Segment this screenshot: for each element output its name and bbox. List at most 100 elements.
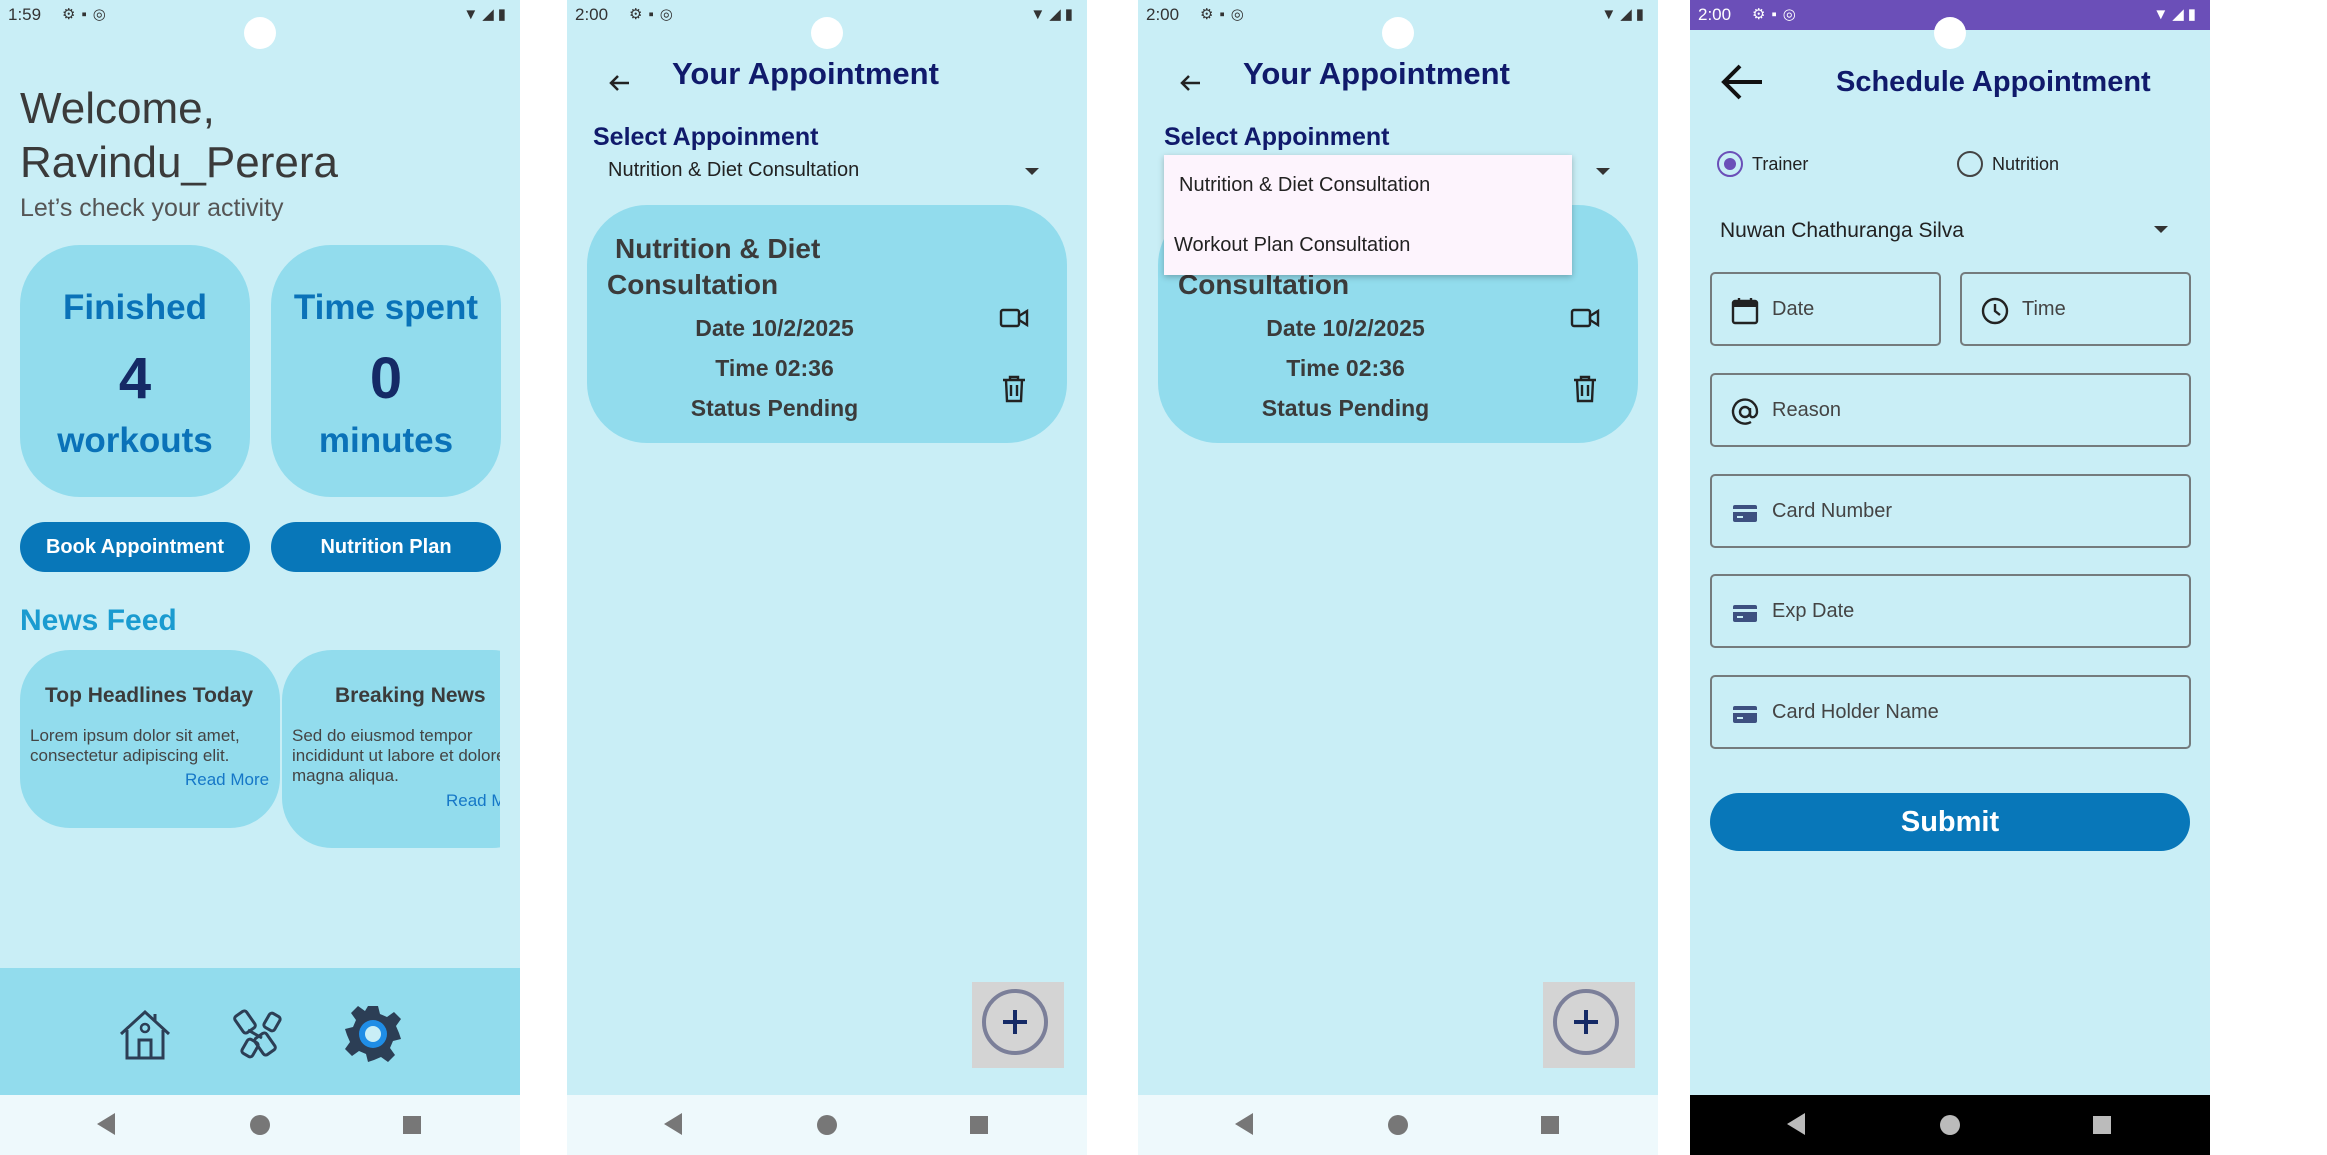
back-arrow-icon[interactable] (1720, 60, 1766, 104)
chevron-down-icon[interactable] (2154, 226, 2168, 233)
date-placeholder: Date (1772, 298, 1815, 320)
appointment-time: Time 02:36 (1286, 355, 1405, 381)
news-card[interactable]: Breaking News Sed do eiusmod tempor inci… (282, 650, 500, 848)
page-title: Your Appointment (1243, 56, 1510, 91)
add-appointment-fab-container (972, 982, 1064, 1068)
system-home-button[interactable] (1938, 1113, 1962, 1137)
system-nav-bar (1138, 1095, 1658, 1155)
nutrition-radio[interactable] (1957, 151, 1983, 177)
video-call-icon[interactable] (1570, 307, 1600, 329)
stat-label-bottom: minutes (318, 421, 454, 460)
video-call-icon[interactable] (999, 307, 1029, 329)
date-field[interactable]: Date (1710, 272, 1941, 346)
card-number-field[interactable]: Card Number (1710, 474, 2191, 548)
read-more-link[interactable]: Read More (185, 770, 269, 790)
dropdown-option[interactable]: Nutrition & Diet Consultation (1179, 174, 1430, 197)
status-notification-icons: ⚙▪◎ (629, 6, 679, 23)
delete-trash-icon[interactable] (1001, 375, 1027, 403)
exp-date-placeholder: Exp Date (1772, 600, 1855, 622)
camera-cutout (244, 17, 276, 49)
plus-icon (1003, 1010, 1027, 1034)
back-arrow-icon[interactable] (605, 68, 635, 98)
card-holder-name-field[interactable]: Card Holder Name (1710, 675, 2191, 749)
status-signal-icons: ▼◢▮ (1601, 6, 1648, 23)
appointment-status: Status Pending (1261, 395, 1430, 421)
news-carousel[interactable]: Top Headlines Today Lorem ipsum dolor si… (20, 650, 500, 860)
system-home-button[interactable] (1386, 1113, 1410, 1137)
select-appointment-label: Select Appoinment (1164, 123, 1390, 151)
system-recents-button[interactable] (967, 1113, 991, 1137)
stat-label-bottom: workouts (57, 421, 213, 460)
back-arrow-icon[interactable] (1176, 68, 1206, 98)
status-signal-icons: ▼◢▮ (463, 6, 510, 23)
credit-card-icon (1733, 706, 1757, 723)
home-icon[interactable] (115, 1004, 175, 1064)
book-appointment-button[interactable]: Book Appointment (20, 522, 250, 572)
appointment-select[interactable]: Nutrition & Diet Consultation (608, 159, 859, 182)
appointment-time: Time 02:36 (715, 355, 834, 381)
trainer-radio[interactable] (1717, 151, 1743, 177)
reason-field[interactable]: Reason (1710, 373, 2191, 447)
read-more-link[interactable]: Read More (446, 791, 500, 811)
home-screen: 1:59 ⚙▪◎ ▼◢▮ Welcome, Ravindu_Perera Let… (0, 0, 520, 1155)
appointment-status: Status Pending (690, 395, 859, 421)
camera-cutout (811, 17, 843, 49)
radio-selected-dot (1724, 158, 1736, 170)
calendar-icon (1731, 298, 1759, 325)
credit-card-icon (1733, 505, 1757, 522)
add-appointment-button[interactable] (1553, 989, 1619, 1055)
username: Ravindu_Perera (20, 138, 338, 187)
submit-button[interactable]: Submit (1710, 793, 2190, 851)
news-body: Sed do eiusmod tempor incididunt ut labo… (292, 726, 500, 785)
system-recents-button[interactable] (400, 1113, 424, 1137)
at-sign-icon (1731, 398, 1759, 425)
exp-date-field[interactable]: Exp Date (1710, 574, 2191, 648)
system-back-button[interactable] (1235, 1113, 1259, 1137)
system-home-button[interactable] (248, 1113, 272, 1137)
system-home-button[interactable] (815, 1113, 839, 1137)
appointment-dropdown-menu: Nutrition & Diet Consultation Workout Pl… (1164, 155, 1572, 275)
delete-trash-icon[interactable] (1572, 375, 1598, 403)
nutrition-plan-button[interactable]: Nutrition Plan (271, 522, 501, 572)
appointments-screen: 2:00 ⚙▪◎ ▼◢▮ Your Appointment Select App… (567, 0, 1087, 1155)
card-holder-placeholder: Card Holder Name (1772, 701, 1939, 723)
dumbbell-icon[interactable] (230, 1004, 290, 1064)
appointment-date: Date 10/2/2025 (695, 315, 854, 341)
appointment-title-line: Nutrition & Diet (615, 233, 821, 264)
system-back-button[interactable] (1787, 1113, 1811, 1137)
system-nav-bar (1690, 1095, 2210, 1155)
status-time: 2:00 (1698, 5, 1732, 24)
appointment-title-line: Consultation (607, 269, 779, 300)
stat-value: 0 (369, 346, 403, 411)
time-field[interactable]: Time (1960, 272, 2191, 346)
chevron-down-icon[interactable] (1596, 168, 1610, 175)
add-appointment-fab-container (1543, 982, 1635, 1068)
system-nav-bar (567, 1095, 1087, 1155)
stat-label-top: Finished (63, 288, 207, 327)
dropdown-option[interactable]: Workout Plan Consultation (1174, 234, 1410, 257)
stat-value: 4 (118, 346, 152, 411)
activity-subtitle: Let’s check your activity (20, 194, 284, 222)
status-notification-icons: ⚙▪◎ (62, 6, 112, 23)
news-feed-title: News Feed (20, 604, 177, 637)
news-title: Top Headlines Today (45, 684, 254, 707)
appointment-date: Date 10/2/2025 (1266, 315, 1425, 341)
system-recents-button[interactable] (2090, 1113, 2114, 1137)
system-back-button[interactable] (664, 1113, 688, 1137)
trainer-radio-label: Trainer (1752, 154, 1809, 174)
chevron-down-icon[interactable] (1025, 168, 1039, 175)
trainer-select[interactable]: Nuwan Chathuranga Silva (1720, 219, 1964, 243)
news-card[interactable]: Top Headlines Today Lorem ipsum dolor si… (20, 650, 280, 828)
status-notification-icons: ⚙▪◎ (1752, 6, 1802, 23)
settings-gear-icon[interactable] (343, 1004, 403, 1064)
reason-placeholder: Reason (1772, 399, 1841, 421)
finished-workouts-card: Finished 4 workouts (20, 245, 250, 497)
add-appointment-button[interactable] (982, 989, 1048, 1055)
status-notification-icons: ⚙▪◎ (1200, 6, 1250, 23)
system-recents-button[interactable] (1538, 1113, 1562, 1137)
system-back-button[interactable] (97, 1113, 121, 1137)
stat-label-top: Time spent (293, 288, 479, 327)
status-signal-icons: ▼◢▮ (1030, 6, 1077, 23)
news-body: Lorem ipsum dolor sit amet, consectetur … (30, 726, 240, 765)
card-number-placeholder: Card Number (1772, 500, 1893, 522)
